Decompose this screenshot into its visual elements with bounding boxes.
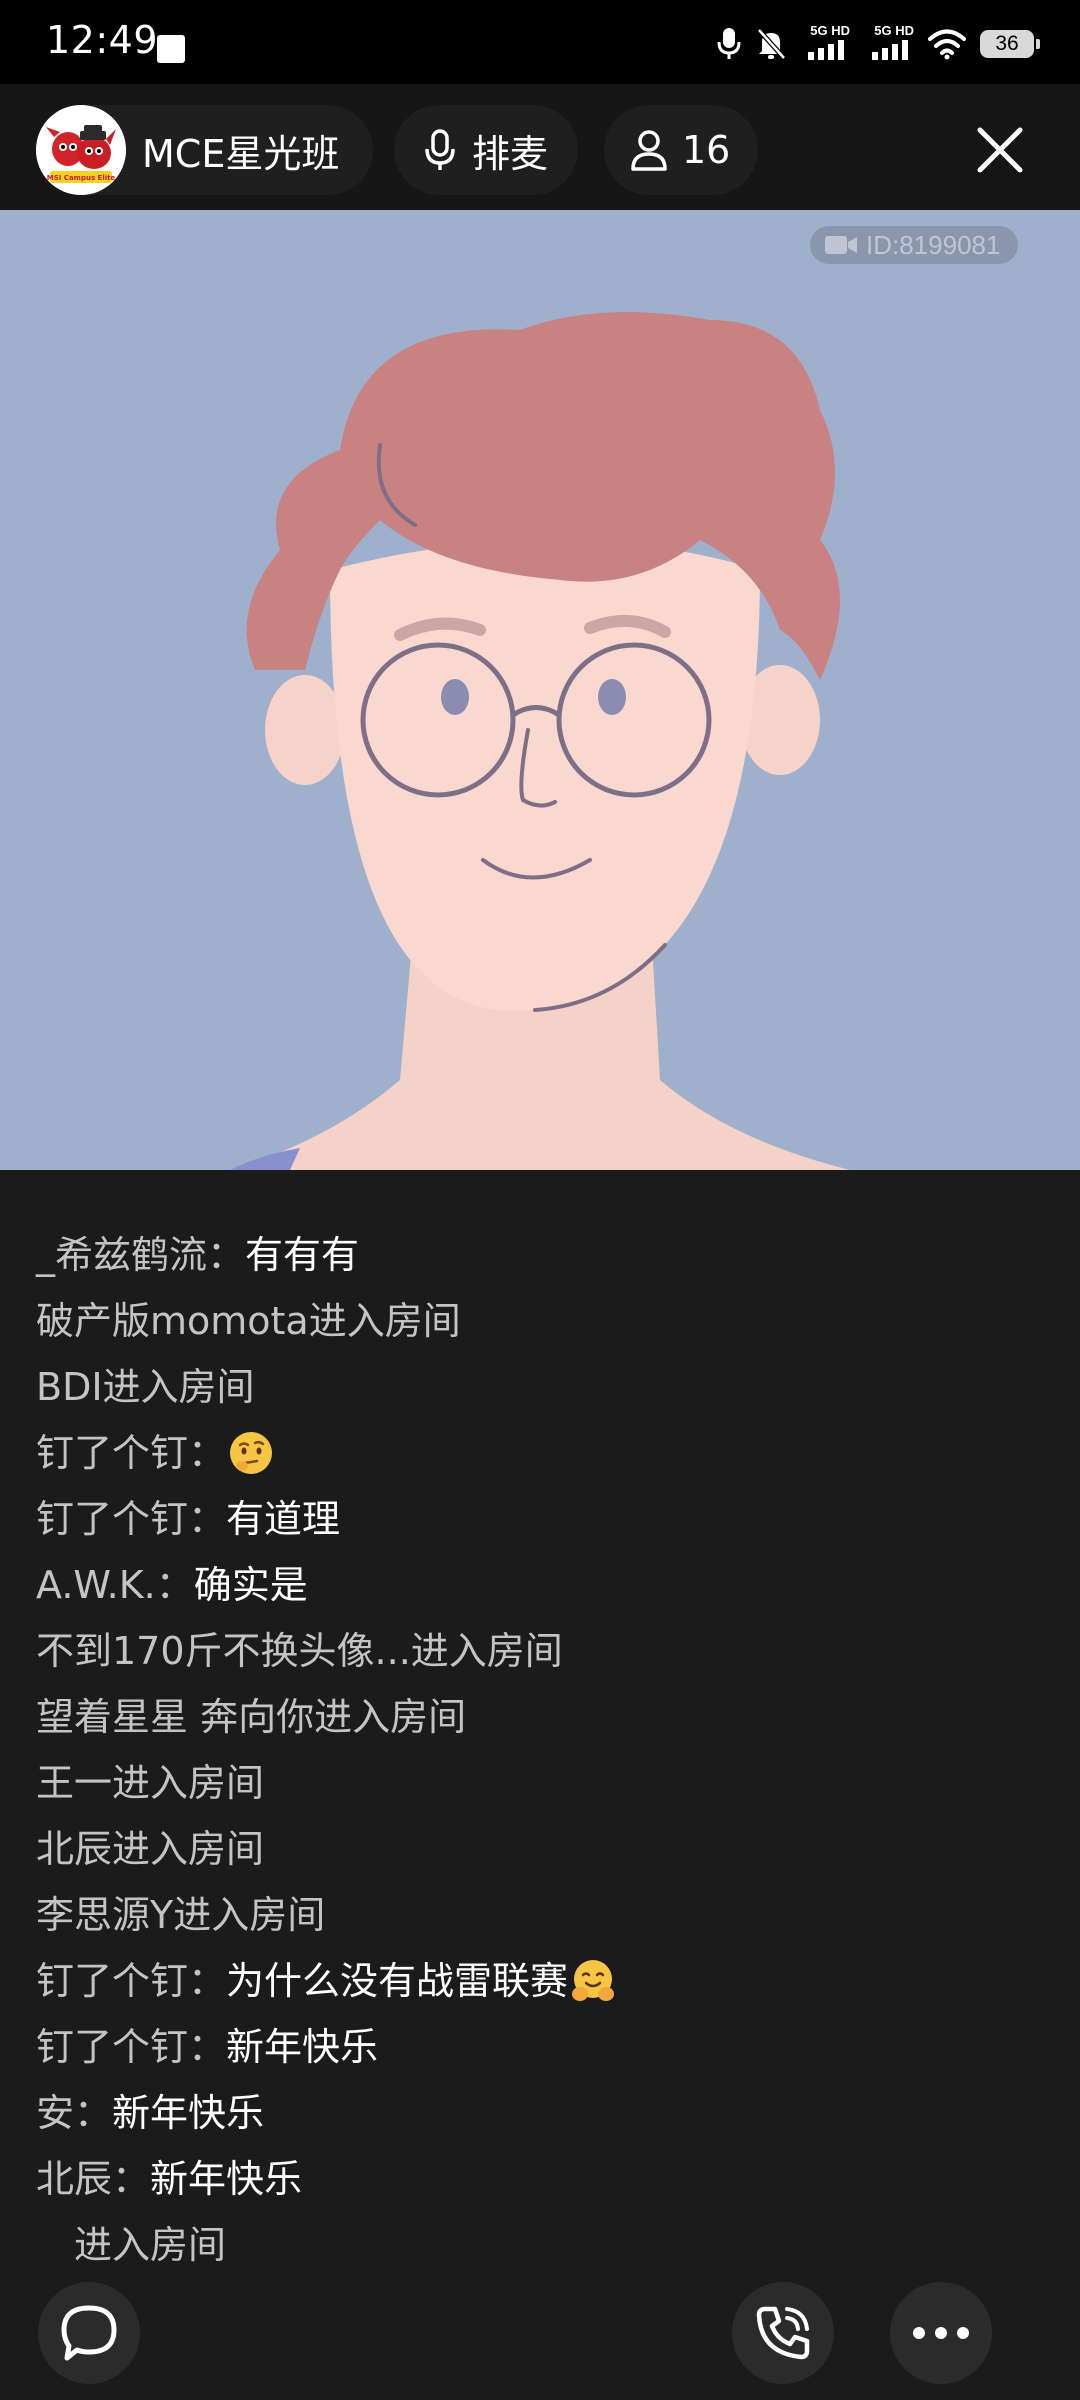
bell-muted-icon — [757, 28, 786, 60]
wifi-icon — [928, 29, 966, 60]
signal-bars-icon — [808, 40, 844, 60]
signal-1: 5G HD — [800, 24, 850, 64]
video-camera-icon — [825, 236, 857, 254]
room-logo-icon: MSI Campus Elite — [36, 105, 126, 195]
member-count-button[interactable]: 16 — [604, 105, 759, 195]
thinking-face-icon — [230, 1432, 273, 1474]
more-dots-icon — [913, 2327, 969, 2339]
chat-separator: ： — [207, 1233, 246, 1277]
chat-system-message: 王一进入房间 — [36, 1750, 1046, 1816]
bottom-toolbar — [0, 2282, 1080, 2384]
chat-system-text: BDI进入房间 — [36, 1365, 255, 1409]
status-icons: 5G HD 5G HD 36 — [716, 22, 1040, 66]
chat-separator: ： — [112, 2157, 151, 2201]
chat-system-text: 进入房间 — [36, 2223, 227, 2267]
call-button[interactable] — [732, 2282, 834, 2384]
chat-username: A.W.K. — [36, 1563, 156, 1607]
chat-system-message: 北辰进入房间 — [36, 1816, 1046, 1882]
chat-message: 北辰：新年快乐 — [36, 2146, 1046, 2212]
chat-system-text: 李思源Y进入房间 — [36, 1893, 326, 1937]
close-icon[interactable] — [972, 122, 1028, 178]
chat-message: 钉了个钉：有道理 — [36, 1486, 1046, 1552]
chat-input-button[interactable] — [38, 2282, 140, 2384]
chat-username: 钉了个钉 — [36, 2025, 189, 2069]
person-icon — [631, 130, 667, 171]
chat-username: 钉了个钉 — [36, 1959, 189, 2003]
chat-username: 北辰 — [36, 2157, 113, 2201]
chat-separator: ： — [188, 2025, 227, 2069]
room-id-badge: ID:8199081 — [810, 226, 1019, 264]
room-name: MCE星光班 — [142, 131, 340, 176]
phone-call-icon — [756, 2306, 810, 2360]
chat-separator: ： — [155, 1563, 194, 1607]
chat-message: 钉了个钉：新年快乐 — [36, 2014, 1046, 2080]
chat-system-message: 破产版momota进入房间 — [36, 1288, 1046, 1354]
chat-system-text: 北辰进入房间 — [36, 1827, 265, 1871]
battery-indicator: 36 — [980, 30, 1040, 58]
chat-message: 钉了个钉： — [36, 1420, 1046, 1486]
chat-bubble-icon — [61, 2305, 117, 2361]
chat-separator: ： — [188, 1959, 227, 2003]
chat-username: 钉了个钉 — [36, 1431, 189, 1475]
member-count: 16 — [682, 128, 731, 172]
chat-message: _希兹鹤流：有有有 — [36, 1222, 1046, 1288]
status-time: 12:49 — [46, 18, 159, 62]
more-options-button[interactable] — [890, 2282, 992, 2384]
chat-system-text: 王一进入房间 — [36, 1761, 265, 1805]
chat-text: 有有有 — [245, 1233, 360, 1277]
chat-separator: ： — [188, 1497, 227, 1541]
chat-message: 安：新年快乐 — [36, 2080, 1046, 2146]
chat-message-list[interactable]: _希兹鹤流：有有有 破产版momota进入房间 BDI进入房间 钉了个钉： 钉了… — [36, 1222, 1046, 2278]
chat-text: 确实是 — [193, 1563, 308, 1607]
hugging-face-icon — [572, 1960, 615, 2001]
video-area[interactable]: ID:8199081 — [0, 210, 1080, 1170]
microphone-icon — [425, 129, 455, 170]
chat-text: 为什么没有战雷联赛 — [226, 1959, 569, 2003]
chat-system-text: 破产版momota进入房间 — [36, 1299, 461, 1343]
chat-separator: ： — [74, 2091, 113, 2135]
room-avatar: MSI Campus Elite — [36, 105, 126, 195]
chat-system-message: BDI进入房间 — [36, 1354, 1046, 1420]
network-label-2: 5G HD — [874, 23, 914, 38]
notification-square-icon — [157, 35, 185, 63]
chat-system-message: 进入房间 — [36, 2212, 1046, 2278]
status-bar: 12:49 5G HD 5G HD 36 — [0, 0, 1080, 84]
room-header: MSI Campus Elite MCE星光班 排麦 16 — [0, 84, 1080, 210]
signal-2: 5G HD — [864, 24, 914, 64]
chat-system-message: 不到170斤不换头像...进入房间 — [36, 1618, 1046, 1684]
chat-text: 有道理 — [226, 1497, 341, 1541]
chat-username: 钉了个钉 — [36, 1497, 189, 1541]
mic-queue-button[interactable]: 排麦 — [394, 105, 579, 195]
chat-separator: ： — [188, 1431, 227, 1475]
chat-text: 新年快乐 — [150, 2157, 303, 2201]
default-avatar-illustration — [230, 312, 850, 1170]
chat-system-message: 望着星星 奔向你进入房间 — [36, 1684, 1046, 1750]
room-info-button[interactable]: MSI Campus Elite MCE星光班 — [36, 105, 374, 195]
microphone-icon — [717, 28, 741, 59]
room-logo-caption: MSI Campus Elite — [47, 174, 116, 182]
room-id-text: ID:8199081 — [866, 229, 1001, 260]
chat-system-message: 李思源Y进入房间 — [36, 1882, 1046, 1948]
chat-area[interactable]: _希兹鹤流：有有有 破产版momota进入房间 BDI进入房间 钉了个钉： 钉了… — [0, 1170, 1080, 2400]
chat-system-text: 望着星星 奔向你进入房间 — [36, 1695, 467, 1739]
chat-system-text: 不到170斤不换头像...进入房间 — [36, 1629, 563, 1673]
network-label-1: 5G HD — [810, 23, 850, 38]
chat-username: _希兹鹤流 — [36, 1233, 208, 1277]
chat-text: 新年快乐 — [112, 2091, 265, 2135]
chat-username: 安 — [36, 2091, 75, 2135]
chat-text: 新年快乐 — [226, 2025, 379, 2069]
mic-queue-label: 排麦 — [472, 131, 549, 176]
signal-bars-icon — [872, 40, 908, 60]
chat-message: A.W.K.：确实是 — [36, 1552, 1046, 1618]
chat-message: 钉了个钉：为什么没有战雷联赛 — [36, 1948, 1046, 2014]
